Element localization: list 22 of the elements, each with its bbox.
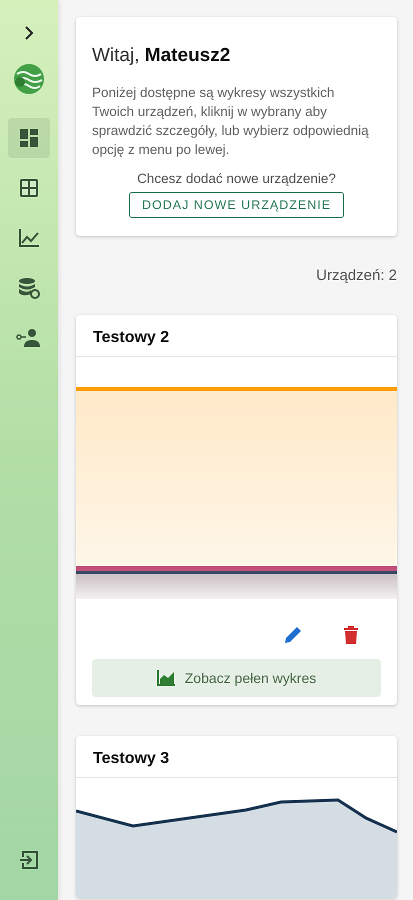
area-chart-icon	[156, 670, 175, 686]
device-name: Testowy 2	[76, 315, 397, 357]
line-chart-icon	[18, 228, 40, 248]
delete-icon[interactable]	[343, 625, 359, 645]
edit-icon[interactable]	[283, 625, 303, 645]
device-name: Testowy 3	[76, 736, 397, 778]
dashboard-icon	[19, 128, 39, 148]
nav-item[interactable]	[8, 118, 50, 158]
device-card[interactable]: Testowy 2 Zobacz pełen wykres	[76, 315, 397, 705]
device-card[interactable]: Testowy 3	[76, 736, 397, 898]
logo-icon	[12, 62, 46, 96]
welcome-heading: Witaj, Mateusz2	[92, 45, 232, 67]
expand-icon[interactable]	[24, 26, 34, 40]
intro-text: Poniżej dostępne są wykresy wszystkich Twoich urządzeń, kliknij w wybrany aby sprawdzić szczegóły, lub wybierz odpowiednią opcję z menu po lewej.	[92, 84, 370, 159]
user-key-icon	[16, 328, 42, 348]
logout-icon[interactable]	[19, 850, 39, 870]
database-gear-icon	[18, 277, 40, 299]
full-chart-button[interactable]: Zobacz pełen wykres	[92, 659, 381, 697]
add-device-button[interactable]: DODAJ NOWE URZĄDZENIE	[128, 192, 344, 218]
add-device-question: Chcesz dodać nowe urządzenie?	[136, 171, 337, 186]
table-icon	[19, 178, 39, 198]
device-count: Urządzeń: 2	[315, 267, 397, 284]
